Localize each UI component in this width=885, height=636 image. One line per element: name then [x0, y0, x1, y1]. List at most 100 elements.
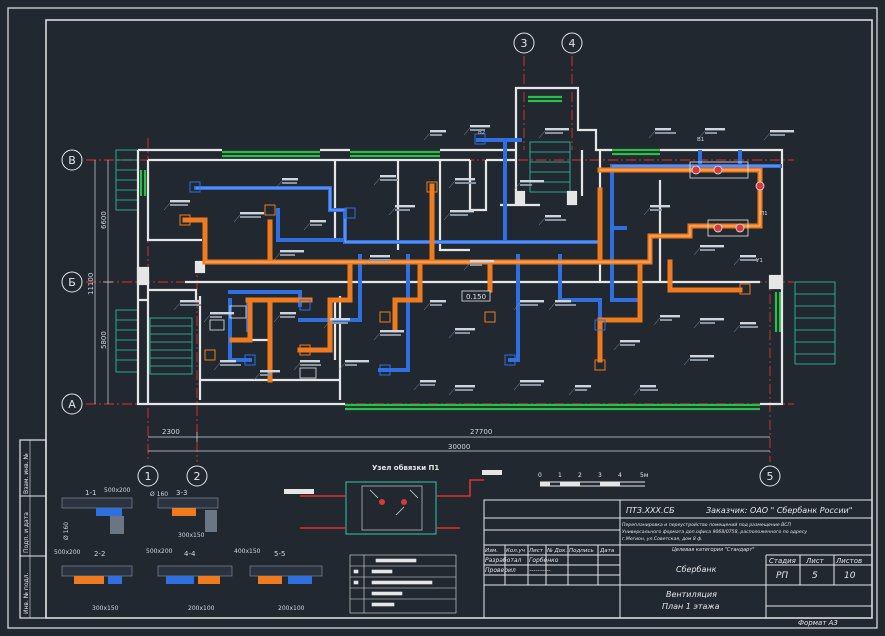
svg-text:5м: 5м — [640, 472, 648, 479]
callout-leader — [163, 202, 171, 211]
callout-tag — [700, 245, 724, 248]
svg-text:0: 0 — [538, 472, 542, 479]
side-stamp-inventory: Инв. № подл. — [23, 573, 30, 614]
axis-marker-2: 2 — [186, 465, 208, 487]
axis-lines — [86, 56, 794, 462]
customer: Заказчик: ОАО " Сбербанк России" — [706, 506, 852, 515]
callout-tag — [380, 330, 404, 333]
callout-tag-sub — [430, 304, 442, 306]
svg-text:2: 2 — [578, 472, 582, 479]
role-developer: Разработал — [485, 557, 522, 564]
svg-text:Б: Б — [68, 276, 76, 289]
stairs — [115, 141, 836, 375]
svg-text:Ø 160: Ø 160 — [63, 522, 70, 540]
name-developer: Горбенко — [529, 557, 559, 564]
callout-leader — [538, 130, 546, 139]
svg-text:200x100: 200x100 — [188, 605, 215, 612]
svg-text:3: 3 — [598, 472, 602, 479]
side-stamp-signature: Подп. и дата — [23, 512, 30, 553]
callout-tag-sub — [280, 254, 295, 256]
section-1-1: 1-1 500x200 Ø 160 — [61, 487, 133, 540]
callout-leader — [273, 314, 281, 323]
callout-tag — [690, 355, 714, 358]
callout-tag — [705, 128, 725, 131]
callout-tag — [655, 128, 671, 131]
callout-tag — [650, 205, 670, 208]
callout-tag-sub — [470, 129, 485, 131]
callout-tag-sub — [470, 264, 482, 266]
callout-tag — [170, 200, 190, 203]
callout-leader — [538, 217, 546, 226]
callout-tag — [700, 318, 724, 321]
callout-tag-sub — [520, 304, 538, 306]
svg-text:1: 1 — [558, 472, 562, 479]
callout-tag — [282, 178, 298, 181]
project-desc-line-3: г.Мегион, ул.Советская, дом 8 ф. — [622, 536, 703, 542]
axis-marker-b: Б — [61, 271, 83, 293]
callout-tag — [450, 210, 474, 213]
callout-tag-sub — [555, 304, 576, 306]
callout-tag-sub — [310, 224, 322, 226]
callout-tag-sub — [520, 384, 541, 386]
callout-tag-sub — [650, 209, 662, 211]
svg-text:0.150: 0.150 — [466, 293, 486, 301]
callout-tag-sub — [770, 134, 785, 136]
callout-leader — [633, 387, 641, 396]
svg-text:4-4: 4-4 — [184, 550, 196, 558]
callout-tag — [370, 255, 390, 258]
callout-tag — [280, 312, 296, 315]
svg-text:2: 2 — [194, 470, 201, 483]
svg-text:300x150: 300x150 — [92, 605, 119, 612]
callout-tag-sub — [180, 304, 201, 306]
callout-leader — [448, 180, 456, 189]
callout-tag-sub — [330, 322, 348, 324]
svg-text:5-5: 5-5 — [274, 550, 285, 558]
callout-leader — [203, 314, 211, 323]
svg-text:Ø 160: Ø 160 — [150, 491, 168, 498]
agency: Целевая категория "Стандарт" — [672, 547, 755, 553]
callout-tag — [180, 300, 200, 303]
callout-leader — [423, 302, 431, 311]
axis-marker-5: 5 — [759, 465, 781, 487]
callout-tag-sub — [240, 216, 261, 218]
callout-tag — [220, 360, 236, 363]
callout-leader — [423, 132, 431, 141]
callout-leader — [273, 252, 281, 261]
callout-leader — [693, 247, 701, 256]
callout-leader — [463, 127, 471, 136]
callout-tag-sub — [640, 389, 658, 391]
node-detail-p1: Узел обвязки П1 — [284, 464, 502, 535]
callout-tag — [520, 180, 544, 183]
supply-ducts — [182, 167, 763, 383]
windows — [139, 95, 782, 411]
callout-leader — [373, 332, 381, 341]
callout-tag — [420, 380, 436, 383]
callout-tag-sub — [620, 344, 635, 346]
callout-leader — [443, 212, 451, 221]
callout-leader — [548, 302, 556, 311]
duct-tag: 0.150 — [461, 290, 491, 302]
section-5-5: 5-5 400x150 200x100 — [234, 548, 323, 612]
callout-tag — [455, 328, 475, 331]
callout-tag-sub — [520, 184, 532, 186]
stage-label: Стадия — [769, 557, 796, 565]
svg-text:400x150: 400x150 — [234, 548, 261, 555]
name-checker: ---------- — [529, 567, 551, 574]
header-sign: Подпись — [569, 548, 594, 554]
unit-label-p1: П1 — [760, 211, 768, 217]
axis-marker-v: В — [61, 149, 83, 171]
callout-tag — [545, 128, 569, 131]
role-checker: Проверил — [485, 567, 516, 574]
project-desc-line-2: Универсального формата доп.офиса 9068/07… — [622, 529, 807, 535]
organization: Сбербанк — [676, 565, 717, 574]
axis-marker-1: 1 — [137, 465, 159, 487]
axis-marker-3: 3 — [513, 32, 535, 54]
callout-tag — [575, 385, 591, 388]
svg-text:А: А — [68, 398, 76, 411]
callout-tag — [555, 300, 571, 303]
callout-tag — [640, 385, 656, 388]
dim-bottom-total: 30000 — [448, 443, 470, 451]
callout-tag-sub — [370, 259, 391, 261]
callout-tag-sub — [545, 219, 566, 221]
callout-tag-sub — [420, 384, 435, 386]
